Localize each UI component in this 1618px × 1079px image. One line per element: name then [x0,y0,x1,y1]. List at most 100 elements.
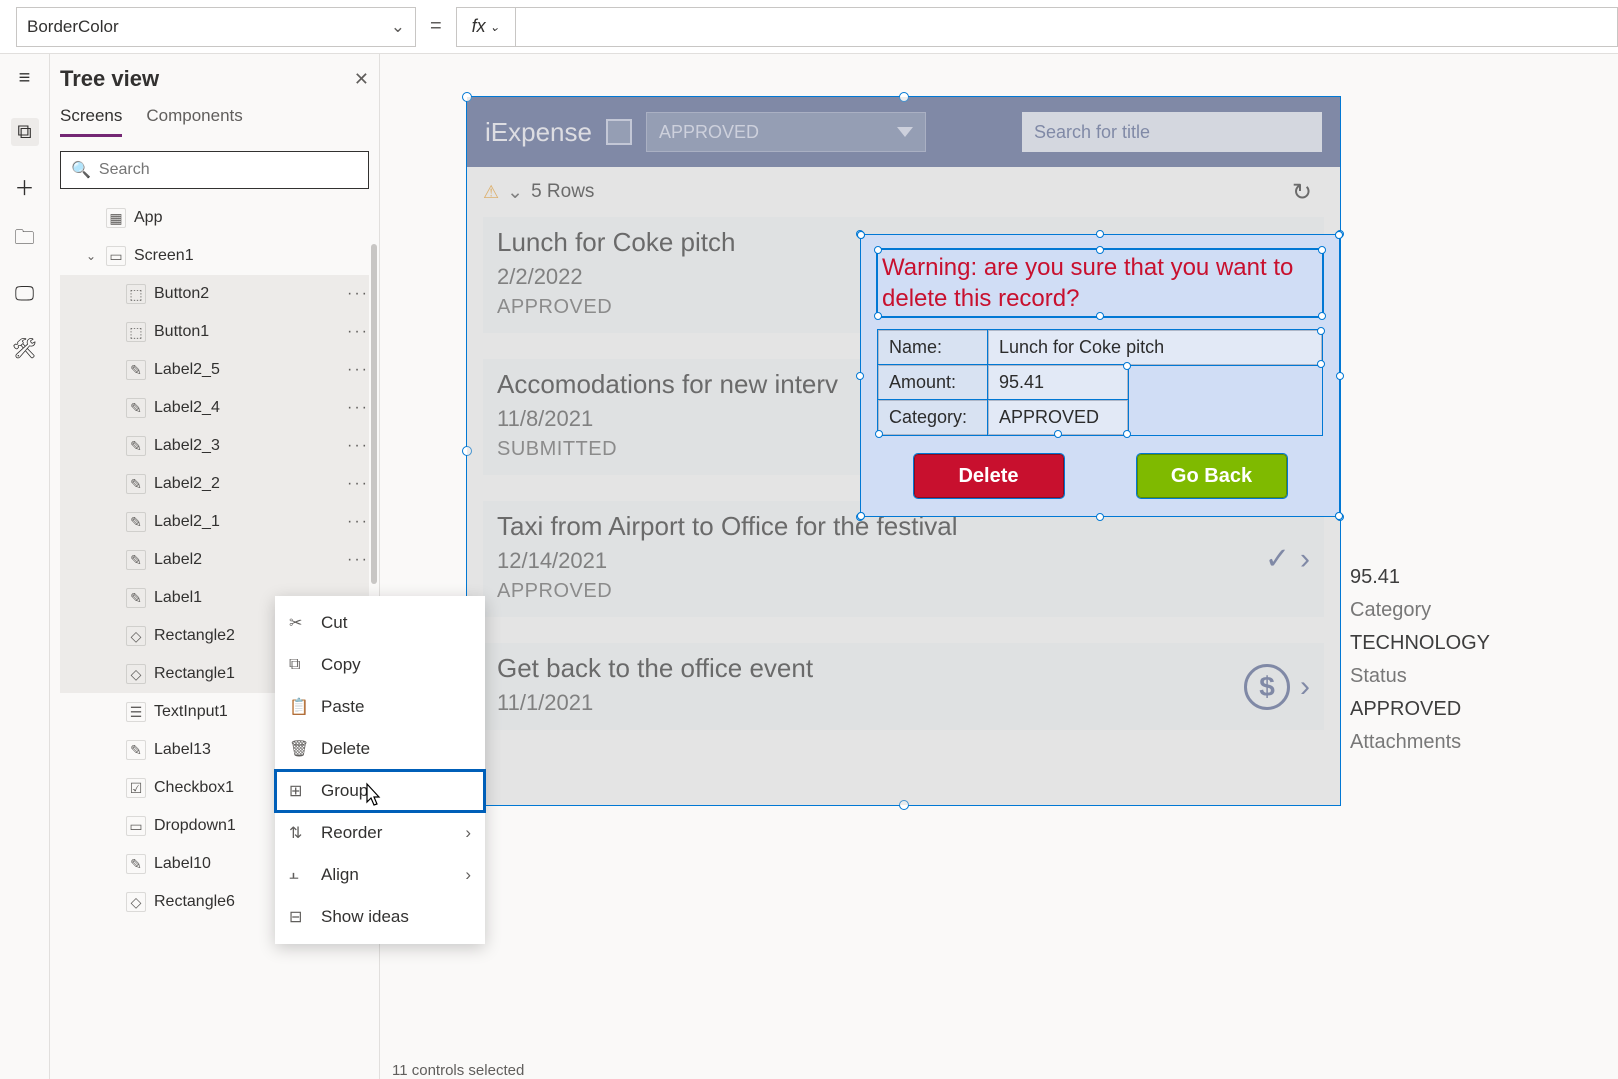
selection-handle[interactable] [462,92,472,102]
tree-item[interactable]: ⌄▭Screen1 [60,237,369,275]
ctx-show-ideas-label: Show ideas [321,907,409,927]
more-icon[interactable]: ··· [347,437,369,455]
more-icon[interactable]: ··· [347,399,369,417]
app-title: iExpense [485,117,592,148]
selection-handle[interactable] [1123,430,1131,438]
selection-handle[interactable] [1335,231,1343,239]
tree-view-icon[interactable]: ⧉ [11,118,39,146]
more-icon[interactable]: ··· [347,323,369,341]
selection-handle[interactable] [462,446,472,456]
selection-handle[interactable] [874,246,882,254]
delete-dialog[interactable]: Warning: are you sure that you want to d… [860,234,1340,517]
tree-search-input[interactable] [99,161,358,179]
selection-handle[interactable] [1096,246,1104,254]
warning-icon: ⚠ [483,182,499,203]
ctx-align-label: Align [321,865,359,885]
more-icon[interactable]: ··· [347,285,369,303]
scrollbar-thumb[interactable] [371,244,377,584]
close-icon[interactable]: ✕ [354,69,369,90]
align-icon: ⫠ [289,866,307,884]
control-type-icon: ✎ [126,512,146,532]
ctx-delete[interactable]: 🗑Delete [275,728,485,770]
selection-handle[interactable] [1318,312,1326,320]
control-type-icon: ☑ [126,778,146,798]
selection-handle[interactable] [1054,430,1062,438]
dollar-icon: $ [1244,664,1290,710]
expense-card[interactable]: Taxi from Airport to Office for the fest… [483,501,1324,617]
selection-handle[interactable] [857,231,865,239]
fx-button[interactable]: fx⌄ [456,7,516,47]
chevron-down-icon[interactable]: ⌄ [86,249,102,263]
ctx-reorder[interactable]: ⇅Reorder› [275,812,485,854]
ctx-show-ideas[interactable]: ⊟Show ideas [275,896,485,938]
media-icon[interactable]: 🖵 [11,280,39,308]
tree-item[interactable]: ⬚Button2··· [60,275,369,313]
selection-handle[interactable] [899,800,909,810]
more-icon[interactable]: ··· [347,475,369,493]
tree-item[interactable]: ✎Label2_3··· [60,427,369,465]
status-filter-dropdown[interactable]: APPROVED [646,112,926,152]
tab-components[interactable]: Components [146,106,242,137]
tree-item[interactable]: ✎Label2_4··· [60,389,369,427]
tree-item[interactable]: ⬚Button1··· [60,313,369,351]
tree-item[interactable]: ✎Label2_5··· [60,351,369,389]
selection-handle[interactable] [899,92,909,102]
tree-item[interactable]: ✎Label2··· [60,541,369,579]
rows-count-label: 5 Rows [531,181,594,203]
ctx-cut[interactable]: ✂Cut [275,602,485,644]
hamburger-icon[interactable]: ≡ [11,64,39,92]
formula-input[interactable] [516,7,1618,47]
more-icon[interactable]: ··· [347,513,369,531]
selection-handle[interactable] [856,372,864,380]
property-selector[interactable]: BorderColor ⌄ [16,7,416,47]
insert-icon[interactable]: ＋ [11,172,39,200]
refresh-icon[interactable]: ↻ [1292,178,1312,207]
control-type-icon: ✎ [126,436,146,456]
delete-button[interactable]: Delete [914,454,1064,498]
go-back-button[interactable]: Go Back [1137,454,1287,498]
more-icon[interactable]: ··· [347,551,369,569]
filter-checkbox[interactable] [606,119,632,145]
dialog-name-label: Name: [878,330,988,365]
tree-search[interactable]: 🔍 [60,151,369,189]
ctx-copy-label: Copy [321,655,361,675]
tree-item[interactable]: ▦ App [60,199,369,237]
rows-count-bar: ⚠ ⌄ 5 Rows ↻ [467,167,1340,217]
ctx-copy[interactable]: ⧉Copy [275,644,485,686]
tree-item[interactable]: ✎Label2_1··· [60,503,369,541]
ctx-align[interactable]: ⫠Align› [275,854,485,896]
expense-status: APPROVED [497,580,1310,603]
selection-handle[interactable] [1336,372,1344,380]
canvas[interactable]: iExpense APPROVED Search for title ⚠ ⌄ 5… [380,54,1618,1079]
selection-handle[interactable] [1317,327,1325,335]
selection-handle[interactable] [874,312,882,320]
more-icon[interactable]: ··· [347,361,369,379]
selection-handle[interactable] [875,430,883,438]
expense-date: 12/14/2021 [497,548,1310,574]
paste-icon: 📋 [289,697,307,717]
tab-screens[interactable]: Screens [60,106,122,137]
ctx-group[interactable]: ⊞Group [275,770,485,812]
control-type-icon: ▭ [106,246,126,266]
go-back-button-label: Go Back [1171,465,1252,488]
tools-icon[interactable]: 🛠 [11,334,39,362]
ctx-group-label: Group [321,781,368,801]
chevron-right-icon[interactable]: › [1300,542,1310,576]
ctx-paste[interactable]: 📋Paste [275,686,485,728]
chevron-down-icon[interactable]: ⌄ [507,181,523,204]
selection-handle[interactable] [1096,312,1104,320]
dialog-amount-value: 95.41 [988,365,1128,400]
chevron-right-icon[interactable]: › [1300,670,1310,704]
tree-item-label: App [134,209,162,227]
selection-handle[interactable] [1123,362,1131,370]
detail-strip: 95.41 Category TECHNOLOGY Status APPROVE… [1350,566,1510,754]
tree-item-label: Label1 [154,589,202,607]
selection-handle[interactable] [1318,246,1326,254]
control-type-icon: ▦ [106,208,126,228]
data-icon[interactable]: 🗀 [11,226,39,254]
selection-handle[interactable] [1096,230,1104,238]
selection-handle[interactable] [1317,360,1325,368]
tree-item[interactable]: ✎Label2_2··· [60,465,369,503]
title-search-input[interactable]: Search for title [1022,112,1322,152]
expense-card[interactable]: Get back to the office event11/1/2021$› [483,643,1324,730]
